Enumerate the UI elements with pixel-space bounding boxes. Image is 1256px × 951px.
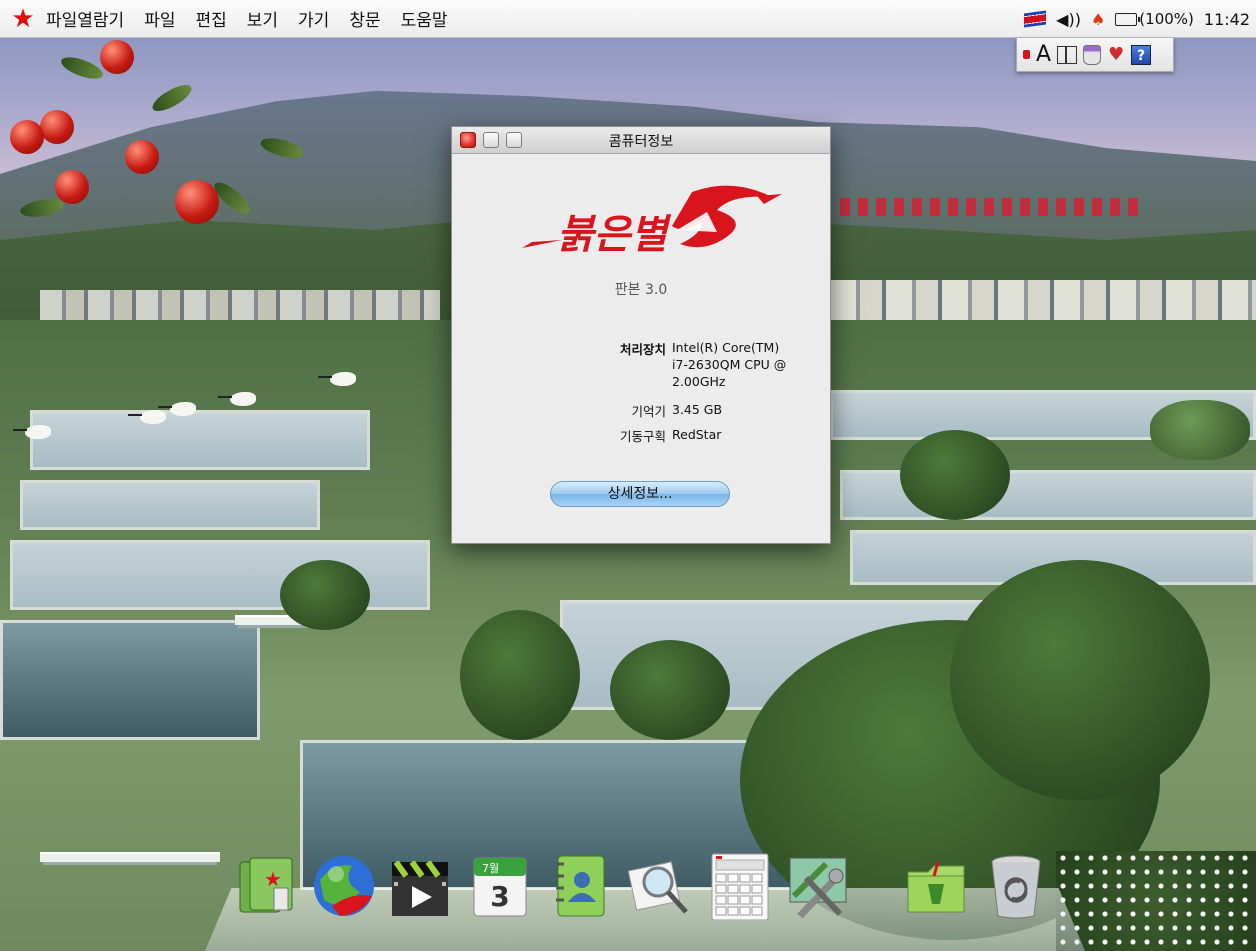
window-title: 콤퓨터정보: [608, 134, 674, 150]
menubar-clock[interactable]: 11:42: [1204, 10, 1250, 29]
torch-icon[interactable]: ♠: [1091, 10, 1105, 29]
applications-folder-icon[interactable]: [904, 852, 968, 920]
cpu-value-line: i7-2630QM CPU @: [672, 357, 787, 372]
menu-help[interactable]: 도움말: [401, 6, 448, 31]
memory-label: 기억기: [631, 404, 666, 419]
web-browser-globe-icon[interactable]: [312, 852, 376, 920]
cpu-value-line: 2.00GHz: [672, 374, 726, 389]
calendar-month-label: 7월: [482, 862, 499, 875]
wallpaper-pond: [30, 410, 370, 470]
wallpaper-tree: [610, 640, 730, 740]
cpu-label: 처리장치: [619, 342, 666, 357]
system-preferences-tools-icon[interactable]: [786, 852, 850, 920]
file-browser-icon[interactable]: ★: [234, 852, 298, 920]
about-computer-window: 콤퓨터정보 붉은별 판본 3.0 처리장치 Intel(R) Core(TM) …: [451, 126, 831, 544]
wallpaper-apple: [55, 170, 89, 204]
trash-icon[interactable]: [984, 852, 1048, 920]
wallpaper-tree: [460, 610, 580, 740]
flag-icon[interactable]: [1024, 10, 1047, 28]
wallpaper-bush: [1150, 400, 1250, 460]
wallpaper-flowers: [1056, 851, 1256, 951]
speaker-icon[interactable]: ◀)): [1056, 10, 1081, 29]
wallpaper-apple: [175, 180, 219, 224]
wallpaper-tree: [900, 430, 1010, 520]
wallpaper-village-left: [40, 290, 440, 320]
more-info-button[interactable]: 상세정보...: [550, 481, 730, 507]
logo-text: 붉은별: [557, 212, 672, 258]
wallpaper-slogan-banner: [840, 198, 1140, 216]
address-book-icon[interactable]: [548, 852, 612, 920]
wallpaper-tree: [280, 560, 370, 630]
wallpaper-apple: [100, 40, 134, 74]
help-icon[interactable]: ?: [1131, 44, 1152, 65]
menu-edit[interactable]: 편집: [195, 6, 226, 31]
wallpaper-village-right: [830, 280, 1256, 320]
wallpaper-apple: [10, 120, 44, 154]
wallpaper-pond: [0, 620, 260, 740]
calendar-day-label: 3: [490, 880, 509, 913]
menu-file[interactable]: 파일: [144, 6, 175, 31]
startup-disk-value: RedStar: [672, 427, 722, 442]
memory-value: 3.45 GB: [672, 402, 723, 417]
image-viewer-magnifier-icon[interactable]: [628, 852, 692, 920]
menu-bar: ★ 파일열람기 파일 편집 보기 가기 창문 도움말 ◀)) ♠ (100%) …: [0, 0, 1256, 38]
calendar-icon[interactable]: 7월 3: [468, 852, 532, 920]
svg-text:★: ★: [264, 867, 282, 891]
wallpaper-apple: [125, 140, 159, 174]
wallpaper-large-tree: [950, 560, 1210, 800]
menu-view[interactable]: 보기: [247, 6, 278, 31]
menu-window[interactable]: 창문: [349, 6, 380, 31]
red-indicator[interactable]: [1023, 50, 1030, 59]
tools-icon[interactable]: ♥: [1106, 44, 1126, 65]
input-mode-letter[interactable]: A: [1036, 42, 1051, 67]
red-star-logo: 붉은별: [522, 185, 782, 258]
battery-percentage[interactable]: (100%): [1139, 10, 1194, 28]
menubar-status-area: ◀)) ♠ (100%) 11:42: [1014, 0, 1256, 38]
brush-icon[interactable]: [1083, 44, 1102, 65]
cpu-value-line: Intel(R) Core(TM): [672, 340, 780, 355]
wallpaper-crane-bird: [128, 410, 166, 424]
wallpaper-pond: [20, 480, 320, 530]
menu-go[interactable]: 가기: [298, 6, 329, 31]
window-titlebar[interactable]: 콤퓨터정보: [452, 127, 830, 154]
input-method-palette: A ♥ ?: [1016, 38, 1174, 72]
wallpaper-crane-bird: [13, 425, 51, 439]
red-star-icon[interactable]: ★: [10, 6, 36, 32]
calculator-icon[interactable]: [708, 852, 772, 920]
version-label: 판본 3.0: [614, 282, 668, 298]
video-player-clapper-icon[interactable]: [388, 852, 452, 920]
wallpaper-crane-bird: [318, 372, 356, 386]
cpu-value: Intel(R) Core(TM) i7-2630QM CPU @ 2.00GH…: [672, 339, 812, 390]
wallpaper-crane-bird: [218, 392, 256, 406]
wallpaper-apple: [40, 110, 74, 144]
menu-file-browser[interactable]: 파일열람기: [46, 6, 124, 31]
layout-toggle-icon[interactable]: [1057, 45, 1078, 64]
startup-disk-label: 기동구획: [619, 429, 666, 444]
wallpaper-bridge: [40, 852, 220, 862]
battery-icon[interactable]: [1115, 12, 1141, 26]
wallpaper-crane-bird: [158, 402, 196, 416]
